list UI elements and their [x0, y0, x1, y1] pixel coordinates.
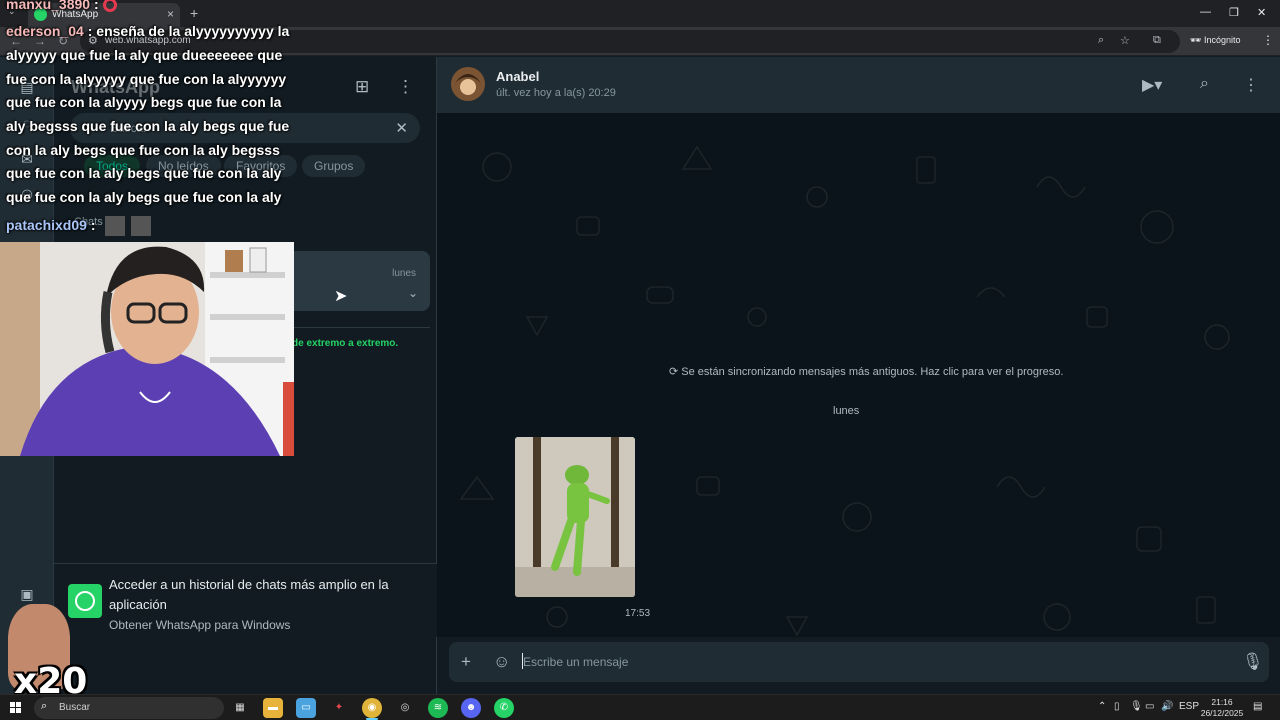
stream-text: enseña de la alyyyyyyyyyy la — [96, 23, 290, 39]
stream-message: patachixd09 : — [6, 214, 152, 238]
browser-menu-icon[interactable]: ⋮ — [1262, 33, 1274, 47]
search-icon[interactable]: ⌕ — [1200, 75, 1209, 93]
search-icon: ⌕ — [41, 700, 48, 712]
new-chat-icon[interactable]: ⊞ — [355, 77, 369, 97]
restore-icon[interactable]: ❐ — [1229, 6, 1239, 19]
stream-text: que fue con la alyyyy begs que fue con l… — [6, 94, 282, 110]
stream-text: fue con la alyyyyy que fue con la alyyyy… — [6, 71, 287, 87]
sidebar-menu-icon[interactable]: ⋮ — [397, 77, 414, 97]
taskbar-search[interactable]: ⌕ Buscar — [34, 697, 224, 719]
promo-link[interactable]: Obtener WhatsApp para Windows — [109, 618, 290, 632]
language-indicator[interactable]: ESP — [1179, 701, 1199, 712]
media-icon[interactable]: ▣ — [17, 584, 37, 604]
windows-start-icon[interactable] — [10, 702, 22, 714]
attach-plus-icon[interactable]: + — [461, 652, 471, 672]
stream-username: ederson_04 — [6, 23, 84, 39]
whatsapp-taskbar-icon[interactable]: ✆ — [494, 698, 514, 718]
chat-date: lunes — [392, 268, 416, 279]
conversation-panel: Anabel últ. vez hoy a la(s) 20:29 ▶▾ ⌕ ⋮… — [437, 57, 1280, 694]
streamer-camera-image — [0, 242, 294, 456]
message-input[interactable]: Escribe un mensaje — [523, 655, 628, 669]
tab-close-icon[interactable]: × — [167, 7, 174, 21]
incognito-label: Incógnito — [1203, 35, 1241, 45]
avatar-image — [451, 67, 485, 101]
screen: ⌄ WhatsApp × + — ❐ ✕ ← → ↻ ⚙ web.whatsap… — [0, 0, 1280, 720]
obs-icon[interactable]: ◎ — [395, 698, 415, 718]
close-window-icon[interactable]: ✕ — [1257, 6, 1266, 19]
task-view-icon[interactable]: ▦ — [230, 698, 250, 718]
file-explorer-icon[interactable]: ▬ — [263, 698, 283, 718]
volume-icon[interactable]: 🔊 — [1161, 701, 1173, 712]
bookmark-star-icon[interactable]: ☆ — [1120, 34, 1130, 47]
chrome-icon[interactable]: ◉ — [362, 698, 382, 718]
install-app-icon[interactable]: ⧉ — [1153, 34, 1161, 47]
promo-title: Acceder a un historial de chats más ampl… — [109, 577, 389, 612]
emote-icon — [102, 0, 117, 13]
stream-message: ederson_04 : enseña de la alyyyyyyyyyy l… — [6, 23, 290, 39]
tray-app-icon[interactable]: ▯ — [1114, 701, 1120, 712]
whatsapp-logo-icon — [68, 584, 102, 618]
incognito-indicator[interactable]: 🕶 Incógnito — [1190, 35, 1240, 46]
stream-text: que fue con la aly begs que fue con la a… — [6, 165, 282, 181]
date-divider: lunes — [833, 405, 860, 417]
clock-time: 21:16 — [1211, 697, 1233, 707]
kermit-image — [515, 437, 635, 597]
stream-text: alyyyyy que fue la aly que dueeeeeee que — [6, 47, 283, 63]
mouse-cursor-icon: ➤ — [334, 288, 348, 305]
clock-date: 26/12/2025 — [1200, 708, 1244, 718]
video-call-icon[interactable]: ▶▾ — [1142, 75, 1162, 95]
stream-text: que fue con la aly begs que fue con la a… — [6, 189, 282, 205]
stream-username: manxu_3890 — [6, 0, 91, 12]
microphone-icon[interactable]: 🎙 — [1242, 652, 1264, 672]
sync-text: Se están sincronizando mensajes más anti… — [681, 366, 1064, 378]
minimize-icon[interactable]: — — [1200, 6, 1211, 18]
avatar[interactable] — [451, 67, 485, 101]
stream-text: aly begsss que fue con la aly begs que f… — [6, 118, 290, 134]
search-clear-icon[interactable]: ✕ — [395, 119, 408, 137]
spotify-icon[interactable]: ≋ — [428, 698, 448, 718]
message-time: 17:53 — [625, 608, 651, 619]
zoom-icon[interactable]: ⌕ — [1098, 34, 1104, 47]
taskbar: ⌕ Buscar ▦ ▬ ▭ ✦ ◉ ◎ ≋ ☻ ✆ ⌃ ▯ 🎙 ▭ 🔊 ESP… — [0, 694, 1280, 720]
app-icon[interactable]: ✦ — [329, 698, 349, 718]
stream-message: manxu_3890 : — [6, 0, 117, 17]
emote-icon — [105, 216, 126, 237]
composer-bar: + ☺ Escribe un mensaje 🎙 — [437, 637, 1280, 694]
clock[interactable]: 21:16 26/12/2025 — [1200, 697, 1244, 719]
incognito-icon: 🕶 — [1190, 35, 1204, 45]
taskbar-search-label: Buscar — [59, 702, 91, 713]
composer-box: + ☺ Escribe un mensaje 🎙 — [449, 642, 1269, 682]
discord-icon[interactable]: ☻ — [461, 698, 481, 718]
last-seen: últ. vez hoy a la(s) 20:29 — [496, 87, 616, 99]
image-message[interactable] — [515, 437, 635, 597]
emoji-sticker-icon[interactable]: ☺ — [493, 652, 510, 672]
download-app-banner[interactable]: Acceder a un historial de chats más ampl… — [54, 563, 437, 637]
network-icon[interactable]: ▭ — [1145, 701, 1154, 712]
notifications-icon[interactable]: ▤ — [1253, 701, 1262, 712]
chat-menu-icon[interactable]: ⋮ — [1243, 75, 1259, 95]
sync-icon: ⟳ — [669, 366, 682, 378]
new-tab-icon[interactable]: + — [190, 5, 198, 21]
contact-name[interactable]: Anabel — [496, 69, 539, 84]
stream-text: con la aly begs que fue con la aly begss… — [6, 142, 280, 158]
encryption-note: de extremo a extremo. — [292, 338, 399, 349]
emote-icon — [131, 216, 152, 237]
webcam-overlay — [0, 242, 294, 456]
notes-app-icon[interactable]: ▭ — [296, 698, 316, 718]
conversation-header[interactable]: Anabel últ. vez hoy a la(s) 20:29 ▶▾ ⌕ ⋮ — [437, 57, 1280, 113]
filter-chip-grupos[interactable]: Grupos — [302, 155, 366, 177]
chevron-down-icon[interactable]: ⌄ — [408, 286, 418, 300]
stream-username: patachixd09 — [6, 217, 87, 233]
tray-chevron-icon[interactable]: ⌃ — [1098, 701, 1106, 712]
sync-notice[interactable]: ⟳ Se están sincronizando mensajes más an… — [669, 365, 1063, 378]
tray-mic-icon[interactable]: 🎙 — [1130, 701, 1143, 712]
